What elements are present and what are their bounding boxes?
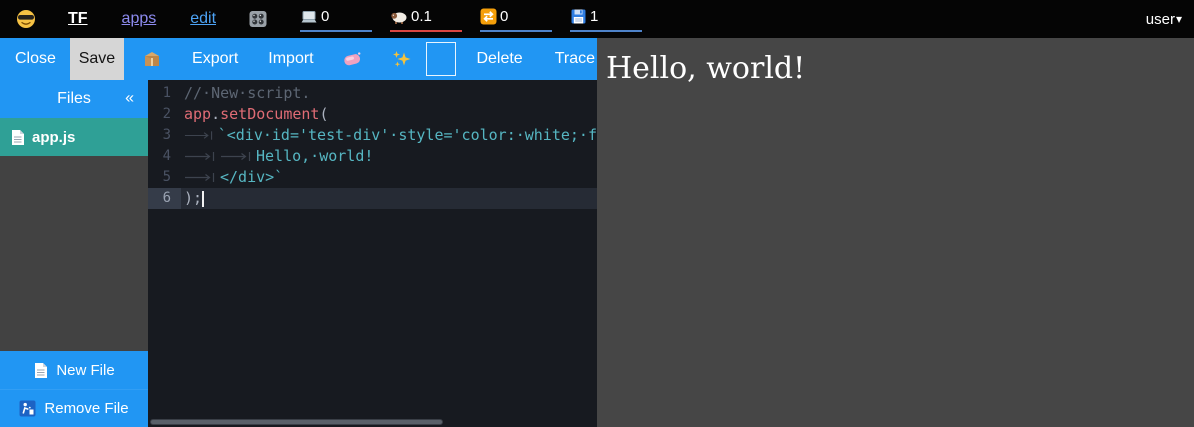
import-button[interactable]: Import <box>266 50 315 68</box>
line-content: `<div·id='test-div'·style='color:·white;… <box>181 125 597 146</box>
line-content: ); <box>181 188 204 209</box>
swap-arrows-counter-value: 0 <box>500 8 508 25</box>
swap-arrows-icon <box>480 8 497 25</box>
nav-link-apps[interactable]: apps <box>122 10 157 28</box>
resource-counters: 0 0.1 0 1 <box>300 7 642 32</box>
line-number: 6 <box>148 188 181 209</box>
ram-animal-counter-value: 0.1 <box>411 8 432 25</box>
line-number: 2 <box>148 104 181 125</box>
horizontal-scrollbar[interactable] <box>150 419 443 425</box>
line-number: 5 <box>148 167 181 188</box>
close-button[interactable]: Close <box>13 50 58 68</box>
remove-file-label: Remove File <box>44 400 128 417</box>
line-number: 4 <box>148 146 181 167</box>
code-token: setDocument <box>220 104 319 125</box>
sparkles-icon[interactable] <box>391 49 412 69</box>
line-content: Hello,·world! <box>181 146 373 167</box>
code-token: `<div·id='test-div'·style='color:·white;… <box>218 125 597 146</box>
ram-animal-counter[interactable]: 0.1 <box>390 7 462 32</box>
code-token: </div>` <box>220 167 283 188</box>
remove-file-button[interactable]: Remove File <box>0 389 148 427</box>
code-line-1[interactable]: 1//·New·script. <box>148 83 597 104</box>
code-line-6[interactable]: 6); <box>148 188 597 209</box>
sidebar-empty-area <box>0 156 148 351</box>
control-knobs-icon[interactable] <box>248 9 268 29</box>
editor-pane: Close Save Export Import <box>0 38 597 427</box>
content-area: Close Save Export Import <box>0 38 1194 427</box>
files-header: Files « <box>0 80 148 118</box>
floppy-disk-counter[interactable]: 1 <box>570 7 642 32</box>
save-button[interactable]: Save <box>70 38 124 80</box>
code-token: Hello,·world! <box>256 146 373 167</box>
ram-animal-icon <box>390 9 408 25</box>
new-file-icon <box>33 362 48 379</box>
delete-button[interactable]: Delete <box>474 50 524 68</box>
laptop-icon <box>300 9 318 25</box>
code-token: //·New·script. <box>184 83 310 104</box>
editor-toolbar: Close Save Export Import <box>0 38 597 80</box>
nav-link-edit[interactable]: edit <box>190 10 216 28</box>
chevron-down-icon: ▾ <box>1176 12 1182 26</box>
new-file-label: New File <box>56 362 114 379</box>
ram-animal-counter-bar <box>390 30 462 32</box>
user-menu-label: user <box>1146 11 1175 28</box>
files-header-label: Files <box>57 90 91 108</box>
blank-button[interactable] <box>426 42 457 76</box>
code-token: ); <box>184 188 202 209</box>
tab-whitespace-marker <box>184 172 219 183</box>
new-file-button[interactable]: New File <box>0 351 148 389</box>
smiley-sunglasses-icon[interactable] <box>16 9 36 29</box>
code-line-2[interactable]: 2app.setDocument( <box>148 104 597 125</box>
laptop-counter-bar <box>300 30 372 32</box>
floppy-disk-counter-bar <box>570 30 642 32</box>
package-icon[interactable] <box>142 49 162 69</box>
code-token: app <box>184 104 211 125</box>
export-button[interactable]: Export <box>190 50 240 68</box>
code-line-5[interactable]: 5 </div>` <box>148 167 597 188</box>
swap-arrows-counter-bar <box>480 30 552 32</box>
soap-icon[interactable] <box>342 50 363 68</box>
code-line-4[interactable]: 4 Hello,·world! <box>148 146 597 167</box>
laptop-counter-value: 0 <box>321 8 329 25</box>
line-content: </div>` <box>181 167 283 188</box>
code-token: ( <box>319 104 328 125</box>
user-menu[interactable]: user ▾ <box>1146 11 1182 28</box>
preview-hello-text: Hello, world! <box>606 50 1185 87</box>
floppy-disk-icon <box>570 8 587 25</box>
document-preview: Hello, world! <box>597 38 1194 427</box>
top-bar: TF apps edit 0 0.1 0 1 user ▾ <box>0 0 1194 38</box>
code-editor[interactable]: 1//·New·script.2app.setDocument(3 `<div·i… <box>148 80 597 427</box>
file-item-app.js[interactable]: app.js <box>0 118 148 156</box>
files-sidebar: Files « app.js <box>0 80 148 427</box>
line-number: 1 <box>148 83 181 104</box>
floppy-disk-counter-value: 1 <box>590 8 598 25</box>
collapse-sidebar-icon[interactable]: « <box>125 90 134 108</box>
litter-sign-icon <box>19 400 36 417</box>
tab-whitespace-marker <box>184 130 217 141</box>
swap-arrows-counter[interactable]: 0 <box>480 7 552 32</box>
tab-whitespace-marker <box>220 151 255 162</box>
code-line-3[interactable]: 3 `<div·id='test-div'·style='color:·white… <box>148 125 597 146</box>
file-list: app.js <box>0 118 148 156</box>
text-cursor <box>202 191 204 207</box>
application-window: TF apps edit 0 0.1 0 1 user ▾ <box>0 0 1194 427</box>
tab-whitespace-marker <box>184 151 219 162</box>
code-token: . <box>211 104 220 125</box>
trace-button[interactable]: Trace <box>553 50 597 68</box>
file-item-label: app.js <box>32 129 75 146</box>
laptop-counter[interactable]: 0 <box>300 7 372 32</box>
brand-link[interactable]: TF <box>68 10 88 28</box>
line-content: //·New·script. <box>181 83 310 104</box>
line-number: 3 <box>148 125 181 146</box>
document-icon <box>10 129 25 146</box>
line-content: app.setDocument( <box>181 104 329 125</box>
